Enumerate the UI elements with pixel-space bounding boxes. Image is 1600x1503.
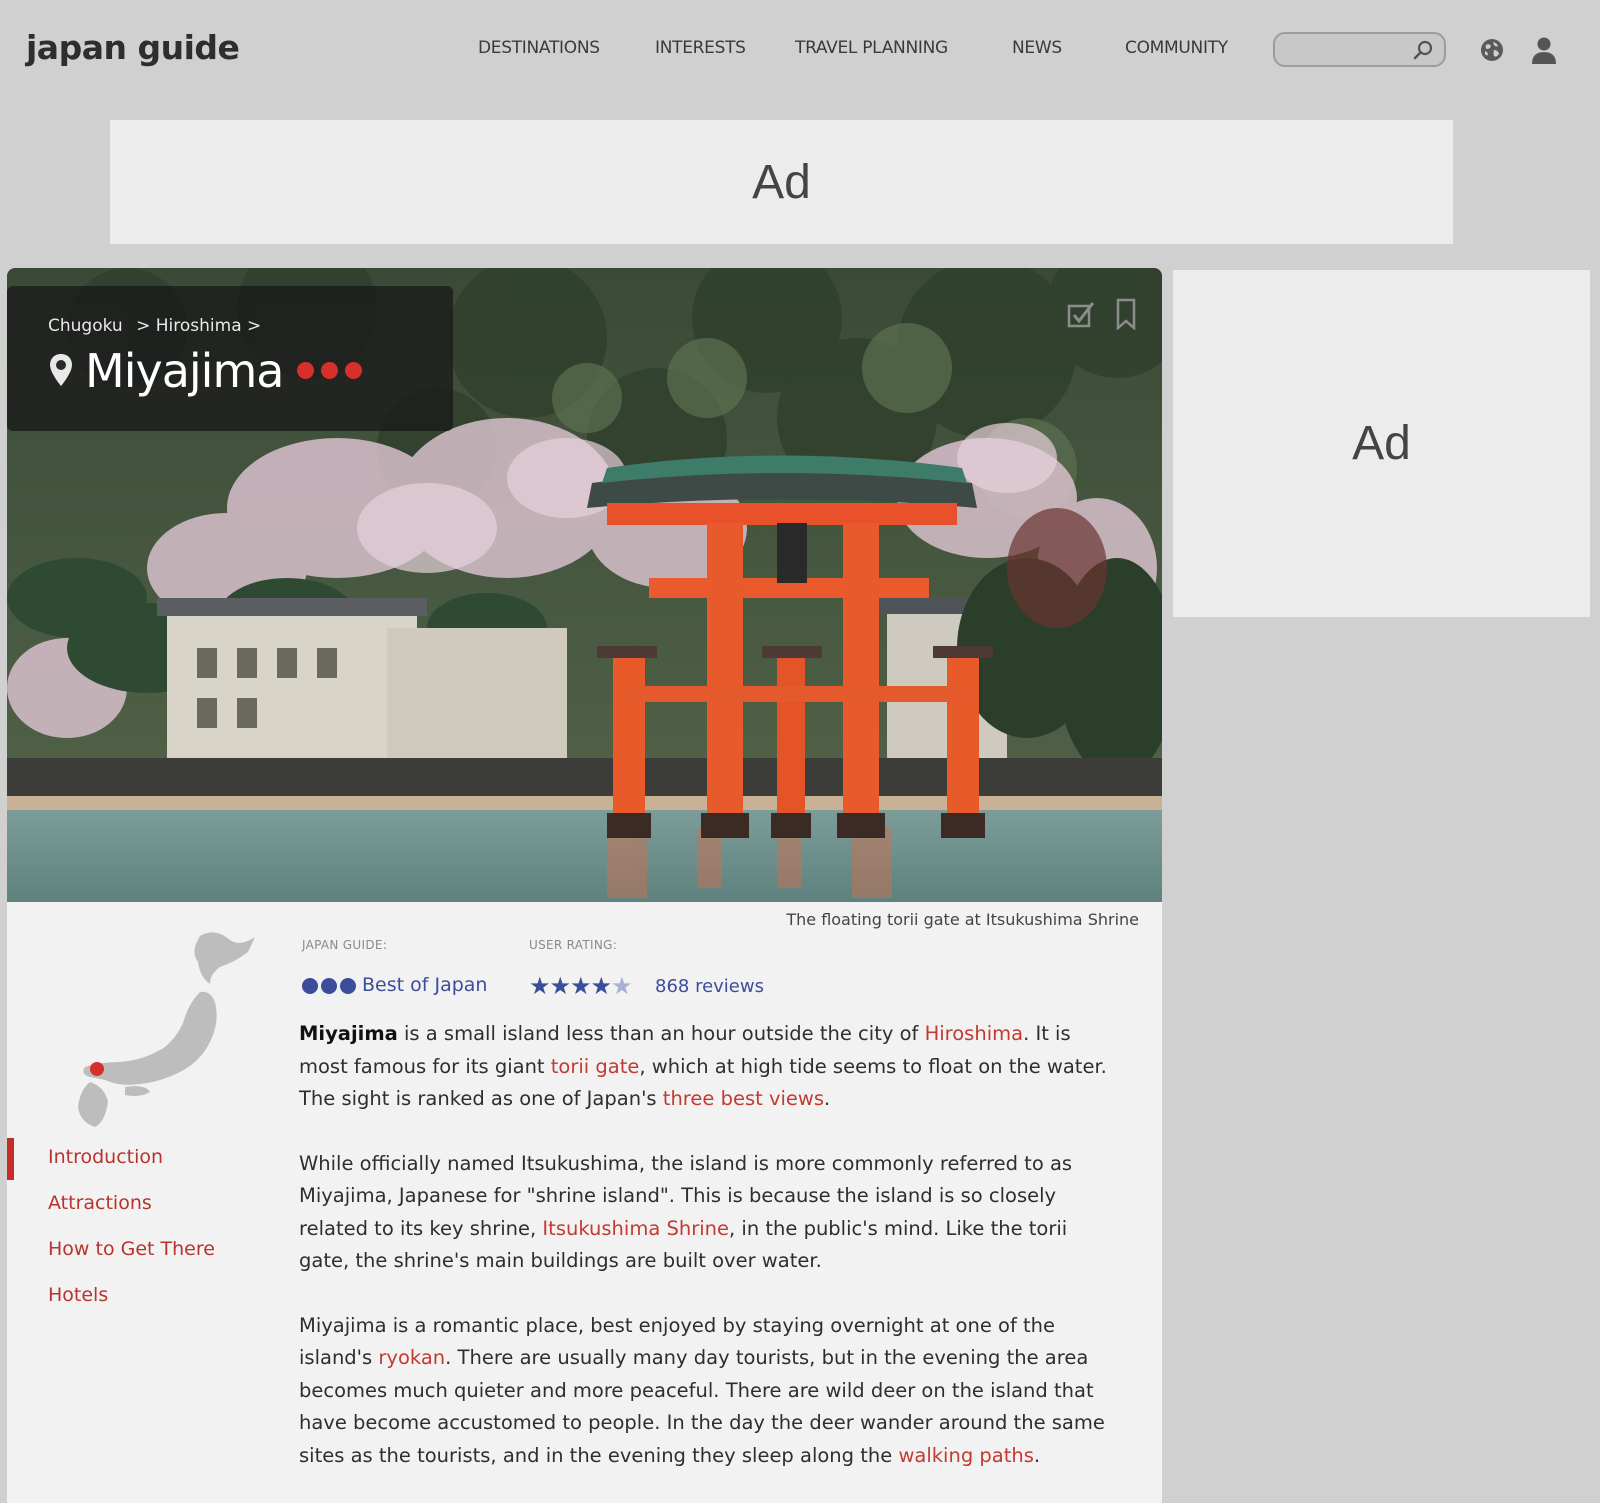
star-icon: ★ — [549, 972, 571, 1000]
section-nav-introduction[interactable]: Introduction — [48, 1146, 163, 1168]
user-icon[interactable] — [1530, 35, 1558, 65]
article-paragraph: Miyajima is a romantic place, best enjoy… — [299, 1310, 1119, 1473]
map-location-marker — [90, 1062, 104, 1076]
guide-rating-dots-blue — [302, 978, 359, 998]
guide-rating-value[interactable]: Best of Japan — [362, 974, 487, 996]
link-three-best-views[interactable]: three best views — [663, 1087, 824, 1110]
star-icon: ★ — [590, 972, 612, 1000]
active-indicator — [7, 1138, 14, 1180]
guide-rating-label: JAPAN GUIDE: — [302, 938, 388, 952]
ad-banner-side[interactable]: Ad — [1173, 270, 1590, 617]
section-nav-how-to-get-there[interactable]: How to Get There — [48, 1238, 215, 1260]
section-nav-hotels[interactable]: Hotels — [48, 1284, 108, 1306]
link-hiroshima[interactable]: Hiroshima — [925, 1022, 1023, 1045]
link-itsukushima-shrine[interactable]: Itsukushima Shrine — [542, 1217, 729, 1240]
bold-term: Miyajima — [299, 1022, 398, 1045]
reviews-link[interactable]: 868 reviews — [655, 976, 764, 997]
location-pin-icon — [50, 354, 72, 386]
link-walking-paths[interactable]: walking paths — [898, 1444, 1033, 1467]
search-input[interactable] — [1285, 40, 1405, 60]
page-title: Miyajima — [85, 344, 284, 398]
hero-image: Chugoku > Hiroshima > Miyajima — [7, 268, 1162, 902]
article-paragraph: Miyajima is a small island less than an … — [299, 1018, 1119, 1116]
globe-icon[interactable] — [1479, 37, 1505, 63]
star-empty-icon: ★ — [611, 972, 632, 1000]
user-rating-stars[interactable]: ★★★★★ — [529, 972, 633, 1000]
user-rating-label: USER RATING: — [529, 938, 618, 952]
image-caption: The floating torii gate at Itsukushima S… — [786, 910, 1139, 929]
breadcrumb-chugoku[interactable]: Chugoku — [48, 316, 123, 336]
text-span: is a small island less than an hour outs… — [397, 1022, 925, 1045]
link-ryokan[interactable]: ryokan — [378, 1346, 445, 1369]
title-overlay: Chugoku > Hiroshima > Miyajima — [7, 286, 453, 431]
article-paragraph: While officially named Itsukushima, the … — [299, 1148, 1119, 1278]
search-icon[interactable] — [1412, 39, 1434, 61]
check-icon[interactable] — [1067, 300, 1095, 328]
breadcrumb-hiroshima[interactable]: > Hiroshima > — [136, 316, 261, 336]
breadcrumb: Chugoku > Hiroshima > — [48, 316, 269, 336]
article-body: Miyajima is a small island less than an … — [299, 1018, 1119, 1503]
link-torii-gate[interactable]: torii gate — [551, 1055, 640, 1078]
nav-community[interactable]: COMMUNITY — [1125, 38, 1228, 58]
japan-map-icon[interactable] — [50, 922, 270, 1138]
text-span: . — [824, 1087, 831, 1110]
nav-destinations[interactable]: DESTINATIONS — [478, 38, 600, 58]
star-icon: ★ — [529, 972, 550, 1000]
nav-travel-planning[interactable]: TRAVEL PLANNING — [795, 38, 948, 58]
text-span: . — [1033, 1443, 1041, 1467]
section-nav-attractions[interactable]: Attractions — [48, 1192, 152, 1214]
search-box — [1273, 32, 1446, 67]
star-icon: ★ — [570, 972, 591, 1000]
guide-rating-dots — [297, 362, 369, 383]
bookmark-icon[interactable] — [1114, 298, 1138, 330]
content-card: Chugoku > Hiroshima > Miyajima The float… — [7, 268, 1162, 1503]
nav-news[interactable]: NEWS — [1012, 38, 1062, 58]
ad-banner-top[interactable]: Ad — [110, 120, 1453, 244]
nav-interests[interactable]: INTERESTS — [655, 38, 746, 58]
